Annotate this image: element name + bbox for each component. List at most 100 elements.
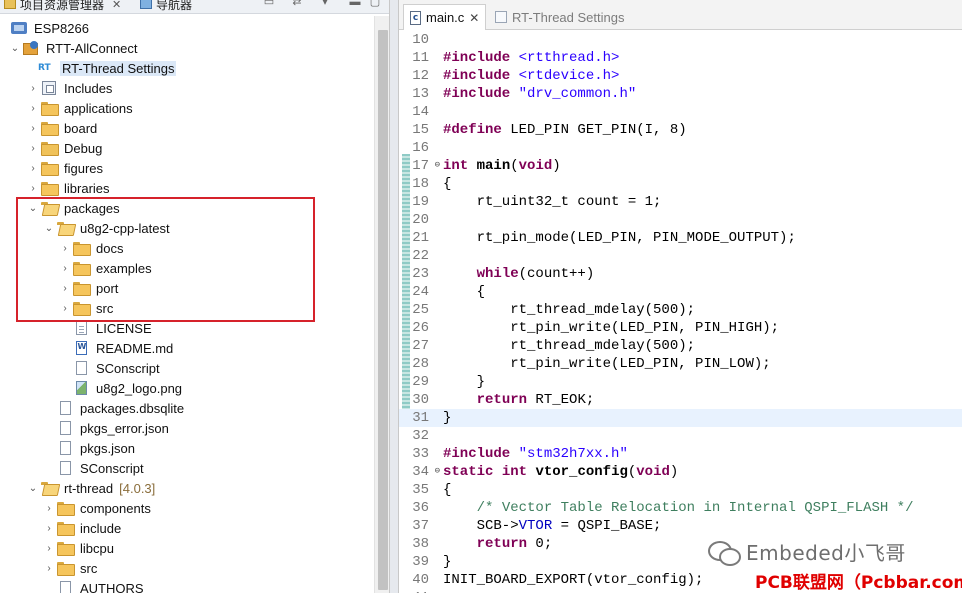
line-number: 36 <box>412 500 429 516</box>
tree-item-packages-dbsqlite[interactable]: packages.dbsqlite <box>0 398 372 418</box>
code-line[interactable]: 15 #define LED_PIN GET_PIN(I, 8) <box>399 121 962 139</box>
rt-thread-icon <box>495 11 507 23</box>
code-line[interactable]: 24 { <box>399 283 962 301</box>
tree-item-sconscript[interactable]: SConscript <box>0 358 372 378</box>
link-editor-icon[interactable]: ⇄ <box>290 0 304 8</box>
chevron-down-icon[interactable]: ⌄ <box>8 38 22 58</box>
code-line[interactable]: 14 <box>399 103 962 121</box>
code-line[interactable]: 11 #include <rtthread.h> <box>399 49 962 67</box>
tree-item-label: include <box>80 520 122 536</box>
chevron-right-icon[interactable]: › <box>26 118 40 138</box>
code-line[interactable]: 27 rt_thread_mdelay(500); <box>399 337 962 355</box>
code-text: rt_thread_mdelay(500); <box>443 338 696 354</box>
tab-rt-thread-settings[interactable]: RT-Thread Settings <box>489 4 630 30</box>
close-icon[interactable]: ✕ <box>469 11 479 25</box>
navigator-icon <box>140 0 152 9</box>
folder-icon <box>56 500 75 516</box>
code-line[interactable]: 37 SCB->VTOR = QSPI_BASE; <box>399 517 962 535</box>
fold-icon[interactable]: ⊖ <box>435 466 440 476</box>
tree-item-label: packages.dbsqlite <box>80 400 185 416</box>
folder-icon <box>56 540 75 556</box>
code-line[interactable]: 13 #include "drv_common.h" <box>399 85 962 103</box>
tree-item-rtt-allconnect[interactable]: ⌄ RTT-AllConnect <box>0 38 372 58</box>
code-line[interactable]: 18 { <box>399 175 962 193</box>
tree-item-components[interactable]: › components <box>0 498 372 518</box>
collapse-all-icon[interactable]: ▭ <box>262 0 276 8</box>
line-number: 23 <box>412 266 429 282</box>
chevron-right-icon[interactable]: › <box>26 138 40 158</box>
chevron-right-icon[interactable]: › <box>42 518 56 538</box>
chevron-right-icon[interactable]: › <box>42 538 56 558</box>
code-line[interactable]: 21 rt_pin_mode(LED_PIN, PIN_MODE_OUTPUT)… <box>399 229 962 247</box>
chevron-right-icon[interactable]: › <box>26 98 40 118</box>
tree-item-sconscript-packages[interactable]: SConscript <box>0 458 372 478</box>
code-line[interactable]: 31} <box>399 409 962 427</box>
line-number: 21 <box>412 230 429 246</box>
tree-item-figures[interactable]: › figures <box>0 158 372 178</box>
code-line[interactable]: 16 <box>399 139 962 157</box>
chevron-right-icon[interactable]: › <box>42 558 56 578</box>
explorer-scrollbar[interactable] <box>374 16 389 593</box>
code-text: int main(void) <box>443 158 561 174</box>
fold-icon[interactable]: ⊖ <box>435 160 440 170</box>
code-line[interactable]: 35 { <box>399 481 962 499</box>
line-number: 26 <box>412 320 429 336</box>
line-number: 33 <box>412 446 429 462</box>
tree-item-pkgs-error-json[interactable]: pkgs_error.json <box>0 418 372 438</box>
code-line[interactable]: 33 #include "stm32h7xx.h" <box>399 445 962 463</box>
code-text: while(count++) <box>476 266 595 282</box>
code-line[interactable]: 23 while(count++) <box>399 265 962 283</box>
tree-item-libcpu[interactable]: › libcpu <box>0 538 372 558</box>
tree-item-debug[interactable]: › Debug <box>0 138 372 158</box>
minimize-icon[interactable]: ▬ <box>348 0 362 8</box>
tree-item-pkgs-json[interactable]: pkgs.json <box>0 438 372 458</box>
tree-item-rt-thread-settings[interactable]: RT RT-Thread Settings <box>0 58 372 78</box>
tree-item-libraries[interactable]: › libraries <box>0 178 372 198</box>
chevron-right-icon[interactable]: › <box>26 78 40 98</box>
code-text: INIT_BOARD_EXPORT(vtor_config); <box>443 572 704 588</box>
code-line[interactable]: 12 #include <rtdevice.h> <box>399 67 962 85</box>
code-line[interactable]: 34 ⊖ static int vtor_config(void) <box>399 463 962 481</box>
tree-item-u8g2-logo[interactable]: u8g2_logo.png <box>0 378 372 398</box>
code-line[interactable]: 29 } <box>399 373 962 391</box>
code-text: #include "stm32h7xx.h" <box>443 446 628 462</box>
code-line[interactable]: 30 return RT_EOK; <box>399 391 962 409</box>
chevron-right-icon[interactable]: › <box>26 178 40 198</box>
code-line[interactable]: 19 rt_uint32_t count = 1; <box>399 193 962 211</box>
tab-project-explorer[interactable]: 项目资源管理器 ✕ <box>4 0 121 13</box>
code-area[interactable]: 10 11 #include <rtthread.h> 12 #include <rtd… <box>399 30 962 593</box>
code-line[interactable]: 22 <box>399 247 962 265</box>
tree-item-includes[interactable]: › Includes <box>0 78 372 98</box>
tree-item-readme[interactable]: README.md <box>0 338 372 358</box>
close-icon[interactable]: ✕ <box>112 0 121 11</box>
chevron-right-icon[interactable]: › <box>26 158 40 178</box>
tree-item-authors[interactable]: AUTHORS <box>0 578 372 593</box>
tree-item-src-rt-thread[interactable]: › src <box>0 558 372 578</box>
tree-item-rt-thread[interactable]: ⌄ rt-thread [4.0.3] <box>0 478 372 498</box>
code-line[interactable]: 28 rt_pin_write(LED_PIN, PIN_LOW); <box>399 355 962 373</box>
code-line[interactable]: 17 ⊖ int main(void) <box>399 157 962 175</box>
wechat-icon <box>708 539 741 566</box>
code-line[interactable]: 26 rt_pin_write(LED_PIN, PIN_HIGH); <box>399 319 962 337</box>
chevron-right-icon[interactable]: › <box>42 498 56 518</box>
code-line[interactable]: 25 rt_thread_mdelay(500); <box>399 301 962 319</box>
tree-item-applications[interactable]: › applications <box>0 98 372 118</box>
tree-item-board[interactable]: › board <box>0 118 372 138</box>
line-number: 14 <box>412 104 429 120</box>
tree-item-esp8266[interactable]: ESP8266 <box>0 18 372 38</box>
folder-icon <box>40 140 59 156</box>
file-icon <box>56 420 74 436</box>
tab-main-c[interactable]: c main.c ✕ <box>403 4 487 30</box>
scrollbar-thumb[interactable] <box>378 30 388 590</box>
code-line[interactable]: 10 <box>399 31 962 49</box>
view-menu-icon[interactable]: ▾ <box>318 0 332 8</box>
pane-divider[interactable] <box>390 0 398 593</box>
code-line[interactable]: 32 <box>399 427 962 445</box>
chevron-down-icon[interactable]: ⌄ <box>26 478 40 498</box>
maximize-icon[interactable]: ▢ <box>368 0 382 8</box>
tab-navigator[interactable]: 导航器 <box>140 0 192 13</box>
code-line[interactable]: 20 <box>399 211 962 229</box>
tree-item-label: RTT-AllConnect <box>46 40 138 56</box>
tree-item-include[interactable]: › include <box>0 518 372 538</box>
code-line[interactable]: 36 /* Vector Table Relocation in Interna… <box>399 499 962 517</box>
